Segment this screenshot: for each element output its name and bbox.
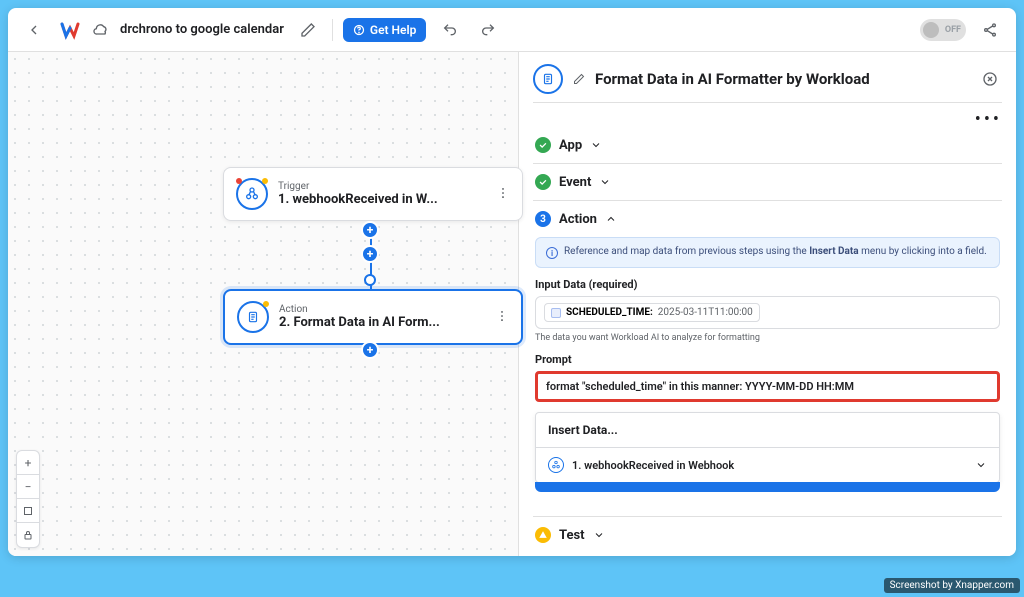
- section-test-label: Test: [559, 528, 585, 543]
- panel-edit-icon[interactable]: [573, 70, 585, 89]
- add-step-button[interactable]: +: [361, 245, 379, 263]
- insert-data-source[interactable]: 1. webhookReceived in Webhook: [536, 447, 999, 482]
- pill-key: SCHEDULED_TIME:: [566, 307, 653, 318]
- check-icon: [535, 137, 551, 153]
- panel-more-button[interactable]: •••: [533, 109, 1002, 123]
- section-app[interactable]: App: [533, 127, 1002, 164]
- info-icon: i: [546, 247, 558, 259]
- undo-button[interactable]: [436, 16, 464, 44]
- zoom-out-button[interactable]: −: [17, 475, 39, 499]
- panel-close-button[interactable]: [978, 67, 1002, 91]
- data-pill[interactable]: SCHEDULED_TIME: 2025-03-11T11:00:00: [544, 303, 760, 322]
- side-panel: Format Data in AI Formatter by Workload …: [518, 52, 1016, 556]
- redo-button[interactable]: [474, 16, 502, 44]
- prompt-field[interactable]: format "scheduled_time" in this manner: …: [535, 371, 1000, 402]
- lock-canvas-button[interactable]: [17, 523, 39, 547]
- get-help-label: Get Help: [370, 23, 416, 37]
- insert-data-popup: Insert Data... 1. webhookReceived in Web…: [535, 412, 1000, 483]
- panel-header: Format Data in AI Formatter by Workload: [533, 64, 1002, 103]
- insert-data-title: Insert Data...: [536, 413, 999, 447]
- continue-button-strip[interactable]: [535, 482, 1000, 492]
- action-node-selected[interactable]: Action 2. Format Data in AI Form...: [223, 289, 523, 345]
- check-icon: [535, 174, 551, 190]
- connector-start-dot[interactable]: +: [361, 221, 379, 239]
- publish-toggle[interactable]: OFF: [920, 19, 966, 41]
- main-split: Trigger 1. webhookReceived in W... + +: [8, 52, 1016, 556]
- webhook-icon: [236, 178, 268, 210]
- info-banner: i Reference and map data from previous s…: [535, 237, 1000, 268]
- node-menu-button[interactable]: [495, 308, 509, 327]
- add-step-after-button[interactable]: +: [361, 341, 379, 359]
- edit-title-button[interactable]: [294, 16, 322, 44]
- toggle-state-label: OFF: [945, 25, 961, 35]
- zoom-in-button[interactable]: +: [17, 451, 39, 475]
- fit-view-button[interactable]: [17, 499, 39, 523]
- input-data-field[interactable]: SCHEDULED_TIME: 2025-03-11T11:00:00: [535, 296, 1000, 329]
- top-bar: drchrono to google calendar Get Help OFF: [8, 8, 1016, 52]
- info-text-suffix: menu by clicking into a field.: [859, 246, 987, 257]
- chevron-down-icon: [590, 139, 602, 151]
- webhook-mini-icon: [548, 457, 564, 473]
- section-event[interactable]: Event: [533, 164, 1002, 201]
- connector-end-dot: [364, 274, 376, 286]
- input-data-label: Input Data (required): [535, 278, 1000, 291]
- share-button[interactable]: [976, 16, 1004, 44]
- chevron-up-icon: [605, 213, 617, 225]
- node-title: 2. Format Data in AI Form...: [279, 315, 485, 330]
- info-text-prefix: Reference and map data from previous ste…: [564, 246, 809, 257]
- section-action: 3 Action i Reference and map data from p…: [533, 201, 1002, 502]
- node-menu-button[interactable]: [496, 185, 510, 204]
- watermark: Screenshot by Xnapper.com: [884, 578, 1020, 593]
- trigger-node[interactable]: Trigger 1. webhookReceived in W...: [223, 167, 523, 221]
- chevron-down-icon: [599, 176, 611, 188]
- pill-value: 2025-03-11T11:00:00: [658, 307, 753, 318]
- node-kicker: Action: [279, 304, 485, 315]
- app-window: drchrono to google calendar Get Help OFF: [8, 8, 1016, 556]
- back-button[interactable]: [20, 16, 48, 44]
- panel-title: Format Data in AI Formatter by Workload: [595, 70, 968, 88]
- section-action-label: Action: [559, 212, 597, 227]
- prompt-text: format "scheduled_time" in this manner: …: [546, 380, 854, 393]
- section-test[interactable]: Test: [533, 517, 1002, 553]
- cloud-status-icon: [92, 16, 110, 44]
- brand-logo-icon: [58, 18, 82, 42]
- input-data-help: The data you want Workload AI to analyze…: [535, 333, 1000, 343]
- formatter-icon: [237, 301, 269, 333]
- warning-icon: [535, 527, 551, 543]
- info-text-strong: Insert Data: [809, 246, 858, 257]
- prompt-label: Prompt: [535, 353, 1000, 366]
- pill-source-icon: [551, 308, 561, 318]
- step-number-badge: 3: [535, 211, 551, 227]
- section-event-label: Event: [559, 175, 591, 190]
- section-app-label: App: [559, 138, 582, 153]
- panel-app-icon: [533, 64, 563, 94]
- divider: [332, 19, 333, 41]
- zoom-controls: + −: [16, 450, 40, 548]
- chevron-down-icon: [593, 529, 605, 541]
- get-help-button[interactable]: Get Help: [343, 18, 426, 42]
- workflow-canvas[interactable]: Trigger 1. webhookReceived in W... + +: [8, 52, 518, 556]
- node-title: 1. webhookReceived in W...: [278, 192, 486, 207]
- chevron-down-icon: [975, 459, 987, 471]
- section-action-header[interactable]: 3 Action: [535, 211, 1000, 227]
- node-kicker: Trigger: [278, 181, 486, 192]
- workflow-title[interactable]: drchrono to google calendar: [120, 22, 284, 37]
- insert-source-label: 1. webhookReceived in Webhook: [572, 459, 967, 472]
